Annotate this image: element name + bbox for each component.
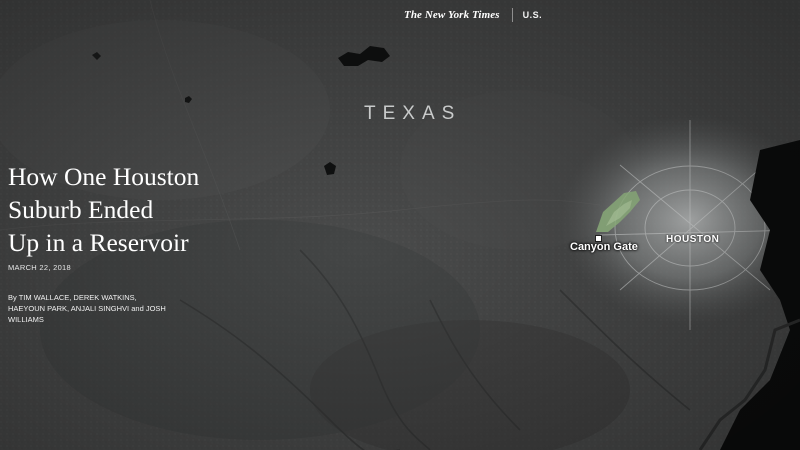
map-label-houston: HOUSTON <box>666 234 720 245</box>
headline-line: Up in a Reservoir <box>8 228 189 257</box>
headline-line: Suburb Ended <box>8 195 154 224</box>
nyt-logo[interactable]: The New York Times <box>404 9 500 21</box>
state-label-texas: TEXAS <box>364 103 462 124</box>
publish-date: MARCH 22, 2018 <box>8 263 71 272</box>
masthead: The New York Times U.S. <box>404 7 542 23</box>
byline: By TIM WALLACE, DEREK WATKINS, HAEYOUN P… <box>8 293 166 324</box>
masthead-divider <box>511 8 513 22</box>
map-label-canyon-gate: Canyon Gate <box>570 241 638 253</box>
section-link-us[interactable]: U.S. <box>523 10 543 20</box>
headline: How One Houston Suburb Ended Up in a Res… <box>8 160 248 259</box>
headline-line: How One Houston <box>8 162 200 191</box>
